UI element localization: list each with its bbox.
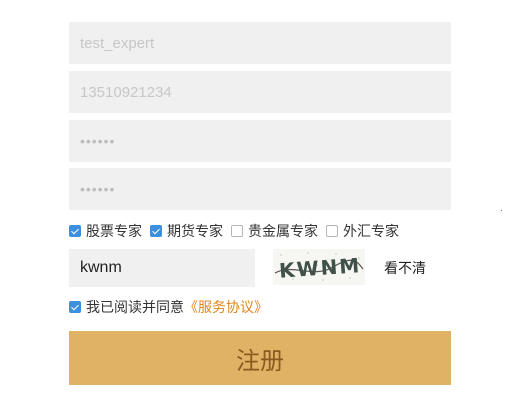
checkbox-stocks[interactable] bbox=[69, 225, 81, 237]
agreement-text: 我已阅读并同意 bbox=[86, 300, 184, 316]
captcha-input[interactable]: kwnm bbox=[69, 249, 255, 287]
password-field[interactable]: •••••• bbox=[69, 120, 451, 162]
category-stocks-label: 股票专家 bbox=[86, 224, 142, 240]
category-futures-label: 期货专家 bbox=[167, 224, 223, 240]
category-forex-label: 外汇专家 bbox=[343, 224, 399, 240]
confirm-password-field[interactable]: •••••• bbox=[69, 168, 451, 210]
captcha-glyphs: KWNM bbox=[274, 252, 364, 283]
captcha-image[interactable]: KWNM bbox=[273, 249, 365, 285]
checkbox-futures[interactable] bbox=[150, 225, 162, 237]
agreement-row: 我已阅读并同意 《服务协议》 bbox=[69, 298, 268, 316]
expert-category-group: 股票专家 期货专家 贵金属专家 外汇专家 bbox=[69, 222, 407, 240]
register-button[interactable]: 注册 bbox=[69, 331, 451, 385]
category-futures[interactable]: 期货专家 bbox=[150, 221, 223, 241]
category-precious-metals[interactable]: 贵金属专家 bbox=[231, 221, 318, 241]
agreement-checkbox[interactable] bbox=[69, 301, 81, 313]
category-precious-metals-label: 贵金属专家 bbox=[248, 224, 318, 240]
phone-field[interactable]: 13510921234 bbox=[69, 71, 451, 113]
checkbox-forex[interactable] bbox=[326, 225, 338, 237]
category-stocks[interactable]: 股票专家 bbox=[69, 221, 142, 241]
stray-pixel bbox=[501, 210, 502, 211]
captcha-refresh-link[interactable]: 看不清 bbox=[384, 258, 426, 278]
category-forex[interactable]: 外汇专家 bbox=[326, 221, 399, 241]
service-agreement-link[interactable]: 《服务协议》 bbox=[184, 297, 268, 317]
checkbox-precious-metals[interactable] bbox=[231, 225, 243, 237]
username-field[interactable]: test_expert bbox=[69, 22, 451, 64]
